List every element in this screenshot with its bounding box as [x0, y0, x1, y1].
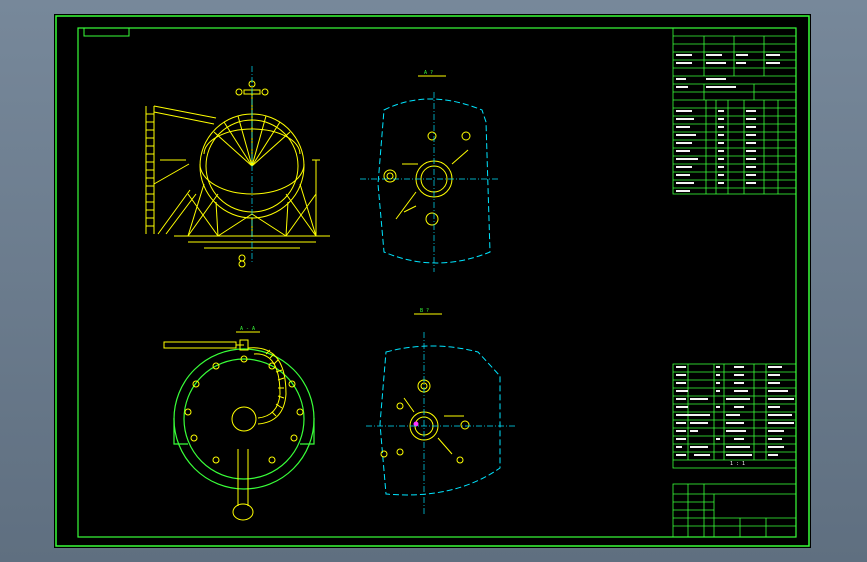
center-opening [231, 406, 257, 432]
title-block [672, 483, 797, 538]
cad-viewport[interactable]: A ? A - A B ? 1: 1 [0, 0, 867, 562]
spec-table-bottom-text [676, 366, 794, 456]
drawing-canvas: A ? A - A B ? 1: 1 [55, 15, 810, 547]
section-ring-outer [173, 348, 315, 490]
view-b: B ? [366, 308, 516, 514]
corner-tag-box [83, 27, 130, 37]
elevation-view [145, 80, 330, 268]
section-a-a: A - A [163, 326, 315, 521]
scale-row-text: 1 : 1 [730, 461, 745, 467]
inner-border [77, 27, 797, 538]
top-pipe [163, 341, 237, 349]
view-b-outline [379, 345, 501, 496]
view-a: A ? [360, 70, 498, 272]
side-nozzle [383, 169, 397, 183]
ladder-tower [145, 105, 217, 235]
view-b-label: B ? [420, 308, 429, 314]
view-a-label: A ? [424, 70, 433, 76]
outer-border [55, 15, 810, 547]
section-ring-inner [183, 358, 305, 480]
section-label: A - A [240, 326, 255, 332]
drawing-sheet: A ? A - A B ? 1: 1 [54, 14, 811, 548]
